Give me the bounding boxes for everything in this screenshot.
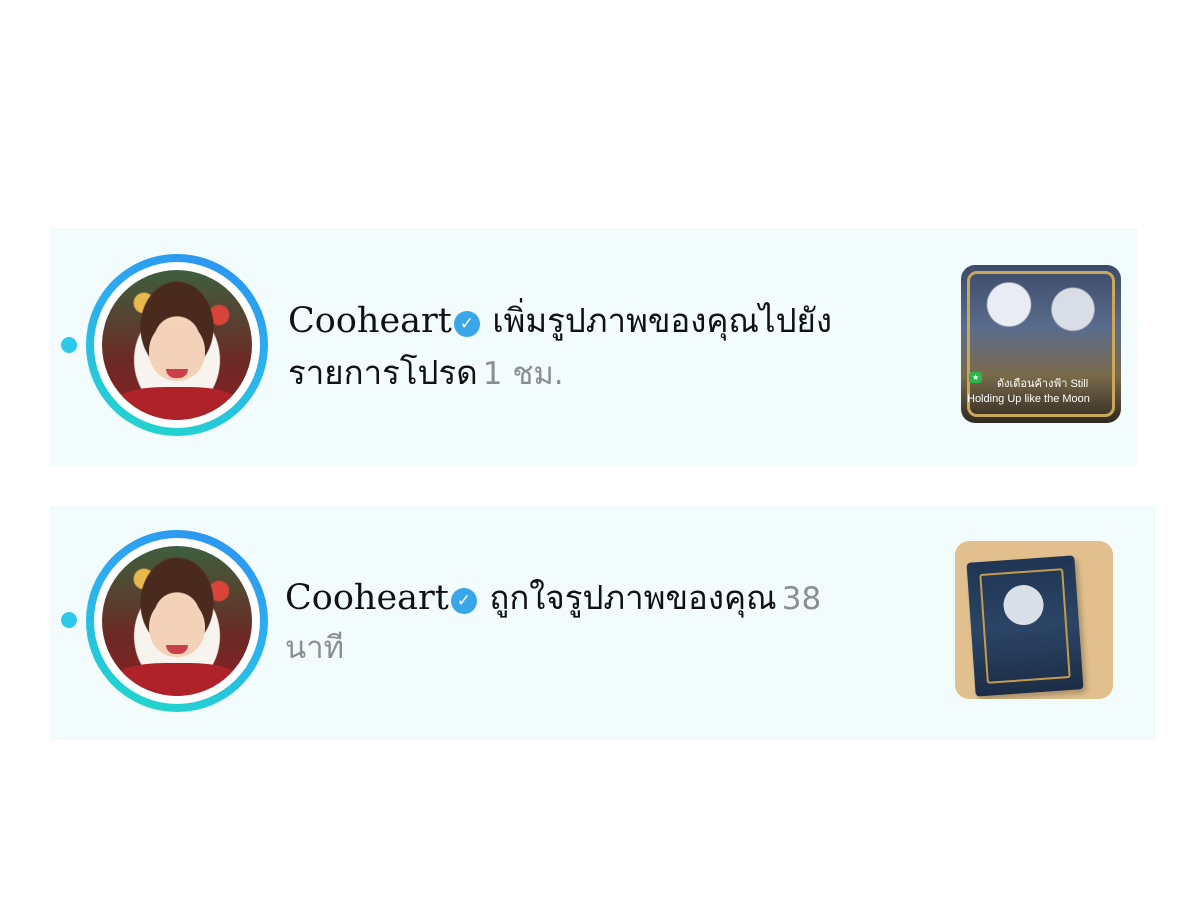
unread-indicator bbox=[61, 337, 77, 353]
notification-action-text: ถูกใจรูปภาพของคุณ bbox=[478, 578, 777, 617]
username[interactable]: Cooheart bbox=[288, 301, 452, 341]
avatar[interactable] bbox=[86, 254, 268, 436]
book-photo bbox=[966, 555, 1084, 697]
post-thumbnail[interactable] bbox=[955, 541, 1113, 699]
notification-time: 1 ชม. bbox=[482, 355, 564, 392]
avatar-image bbox=[102, 546, 252, 696]
notification-item[interactable]: Cooheart ✓ เพิ่มรูปภาพของคุณไปยังรายการโป… bbox=[50, 228, 1138, 466]
notification-message: Cooheart ✓ เพิ่มรูปภาพของคุณไปยังรายการโป… bbox=[288, 295, 888, 397]
notification-item[interactable]: Cooheart ✓ ถูกใจรูปภาพของคุณ 38 นาที bbox=[50, 506, 1156, 740]
thumbnail-caption: ดังเดือนค้างฟ้า Still Holding Up like th… bbox=[967, 378, 1090, 406]
post-thumbnail[interactable]: ★ ดังเดือนค้างฟ้า Still Holding Up like … bbox=[961, 265, 1121, 423]
verified-check-icon: ✓ bbox=[450, 588, 477, 614]
username[interactable]: Cooheart bbox=[285, 578, 449, 618]
unread-indicator bbox=[61, 612, 77, 628]
verified-check-icon: ✓ bbox=[453, 311, 480, 337]
avatar-image bbox=[102, 270, 252, 420]
notification-message: Cooheart ✓ ถูกใจรูปภาพของคุณ 38 นาที bbox=[285, 572, 885, 671]
avatar[interactable] bbox=[86, 530, 268, 712]
